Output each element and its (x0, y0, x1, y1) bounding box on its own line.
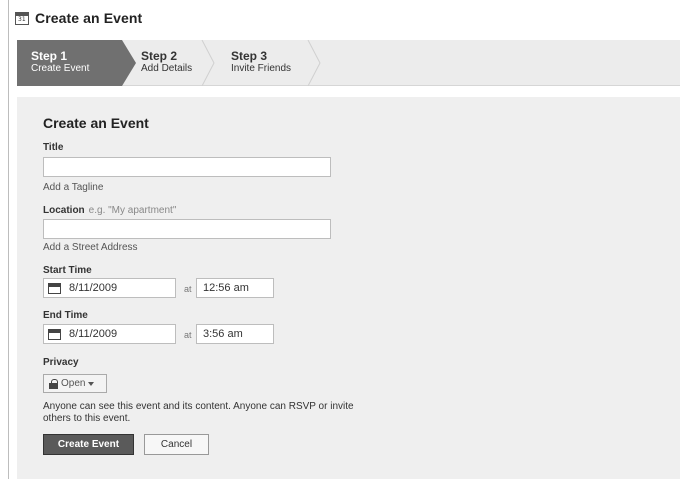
start-at-label: at (184, 284, 192, 294)
step-1-label: Create Event (31, 63, 90, 74)
event-window: 31 Create an Event Step 1 Create Event S… (8, 0, 680, 479)
add-tagline-link[interactable]: Add a Tagline (43, 182, 103, 193)
end-date-value: 8/11/2009 (69, 328, 118, 340)
calendar-icon (48, 282, 61, 294)
calendar-icon: 31 (15, 11, 29, 25)
steps-bar: Step 1 Create Event Step 2 Add Details S… (17, 40, 680, 86)
add-street-address-link[interactable]: Add a Street Address (43, 242, 138, 253)
end-time-input[interactable]: 3:56 am (196, 324, 274, 344)
title-label: Title (43, 142, 64, 153)
title-bar: 31 Create an Event (9, 0, 680, 36)
lock-icon (49, 378, 58, 389)
step-1-number: Step 1 (31, 49, 68, 63)
privacy-selected: Open (61, 378, 86, 389)
privacy-description: Anyone can see this event and its conten… (43, 401, 354, 424)
location-hint: e.g. "My apartment" (88, 205, 177, 216)
chevron-down-icon (88, 381, 95, 386)
privacy-dropdown[interactable]: Open (43, 374, 107, 393)
step-divider-chevron (307, 40, 321, 86)
location-input[interactable] (43, 219, 331, 239)
start-date-value: 8/11/2009 (69, 282, 118, 294)
step-divider-chevron (201, 40, 215, 86)
end-time-label: End Time (43, 310, 88, 321)
privacy-label: Privacy (43, 357, 79, 368)
cancel-button[interactable]: Cancel (144, 434, 209, 455)
step-1[interactable]: Step 1 Create Event (17, 40, 136, 86)
start-date-input[interactable]: 8/11/2009 (43, 278, 176, 298)
end-date-input[interactable]: 8/11/2009 (43, 324, 176, 344)
start-time-input[interactable]: 12:56 am (196, 278, 274, 298)
location-label: Location e.g. "My apartment" (43, 205, 177, 216)
create-event-form: Create an Event Title Add a Tagline Loca… (17, 97, 680, 479)
create-event-button[interactable]: Create Event (43, 434, 134, 455)
title-input[interactable] (43, 157, 331, 177)
form-title: Create an Event (43, 115, 149, 131)
end-at-label: at (184, 330, 192, 340)
start-time-label: Start Time (43, 265, 92, 276)
page-title: Create an Event (35, 10, 143, 26)
calendar-icon (48, 328, 61, 340)
